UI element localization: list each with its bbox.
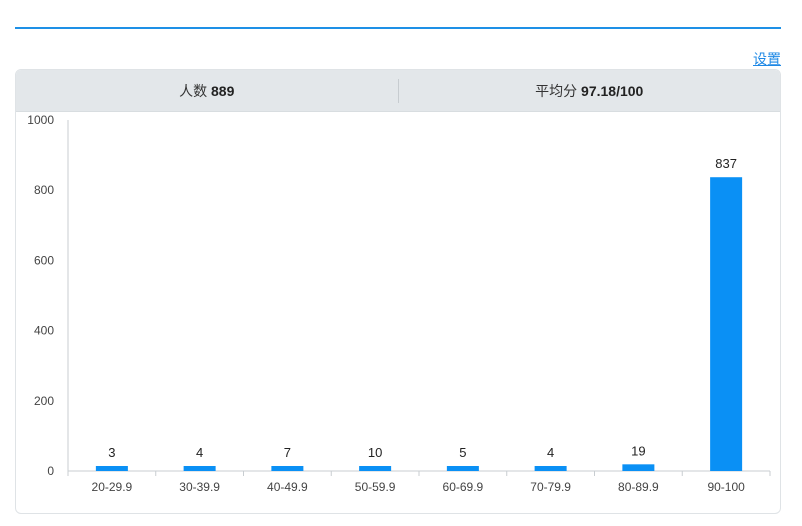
- x-tick-label-70-79.9: 70-79.9: [530, 480, 571, 494]
- y-tick-label: 600: [34, 253, 54, 267]
- bar-90-100: [710, 177, 743, 471]
- x-tick-label-90-100: 90-100: [707, 480, 745, 494]
- bar-60-69.9: [446, 466, 479, 471]
- x-tick-label-50-59.9: 50-59.9: [355, 480, 396, 494]
- y-tick-label: 200: [34, 394, 54, 408]
- y-tick-label: 1000: [27, 113, 54, 127]
- data-label-70-79.9: 4: [547, 445, 554, 460]
- data-label-90-100: 837: [715, 156, 737, 171]
- bar-40-49.9: [271, 466, 304, 471]
- data-label-40-49.9: 7: [284, 445, 291, 460]
- x-tick-label-80-89.9: 80-89.9: [618, 480, 659, 494]
- data-label-60-69.9: 5: [459, 445, 466, 460]
- data-label-50-59.9: 10: [368, 445, 382, 460]
- y-tick-label: 400: [34, 324, 54, 338]
- bar-70-79.9: [534, 466, 567, 471]
- bar-80-89.9: [622, 464, 655, 471]
- bar-20-29.9: [95, 466, 128, 471]
- data-label-20-29.9: 3: [108, 445, 115, 460]
- x-tick-label-20-29.9: 20-29.9: [92, 480, 133, 494]
- bar-30-39.9: [183, 466, 216, 471]
- x-tick-label-60-69.9: 60-69.9: [443, 480, 484, 494]
- x-tick-label-30-39.9: 30-39.9: [179, 480, 220, 494]
- bar-chart: 0 200 400 600 800 1000 3 20-29.9 4 30-39.9 7 40-49.…: [27, 113, 771, 494]
- y-tick-label: 0: [47, 464, 54, 478]
- x-tick-label-40-49.9: 40-49.9: [267, 480, 308, 494]
- data-label-30-39.9: 4: [196, 445, 203, 460]
- y-tick-label: 800: [34, 183, 54, 197]
- data-label-80-89.9: 19: [631, 443, 645, 458]
- bar-50-59.9: [359, 466, 392, 471]
